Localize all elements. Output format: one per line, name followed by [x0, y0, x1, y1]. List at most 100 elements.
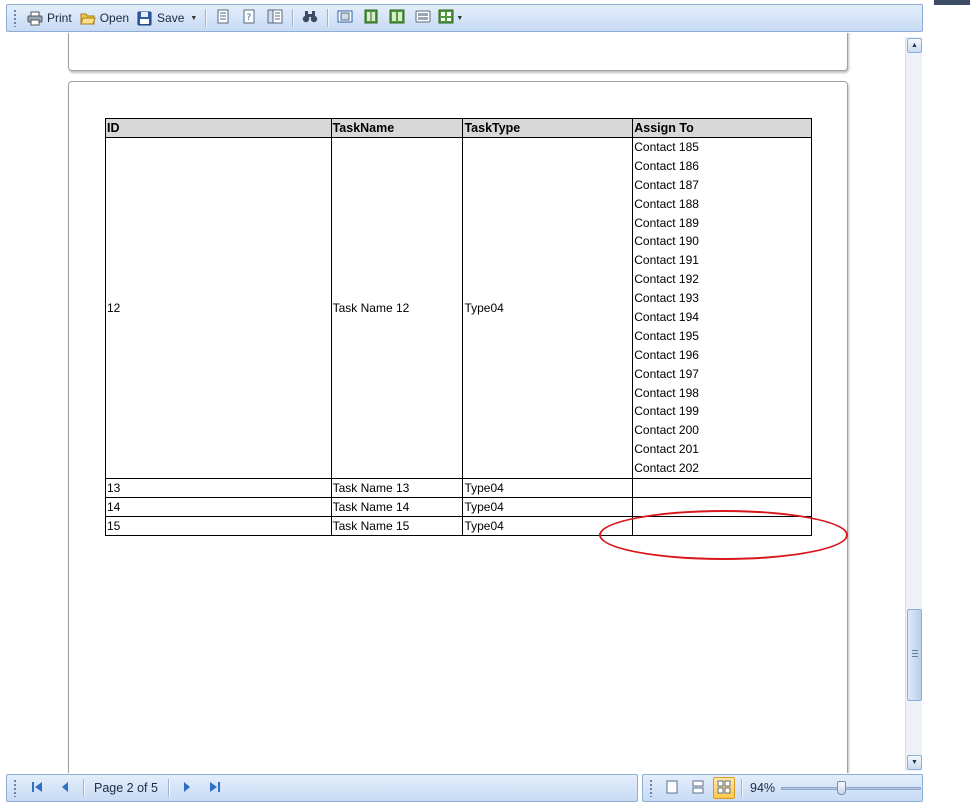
- parameters-button[interactable]: ?: [238, 7, 260, 29]
- table-row: 13 Task Name 13 Type04: [105, 478, 812, 499]
- folder-open-icon: [79, 11, 96, 26]
- next-page-button[interactable]: [176, 777, 198, 799]
- contact-item: Contact 189: [634, 215, 699, 230]
- navbar-separator: [167, 779, 169, 797]
- last-page-icon: [209, 781, 221, 796]
- status-bar: Page 2 of 5 94%: [6, 774, 923, 802]
- cell-task-name: Task Name 13: [330, 478, 464, 499]
- contact-item: Contact 197: [634, 366, 699, 381]
- contact-item: Contact 198: [634, 385, 699, 400]
- scroll-down-button[interactable]: ▼: [907, 755, 922, 770]
- contact-item: Contact 196: [634, 347, 699, 362]
- contact-item: Contact 202: [634, 461, 699, 476]
- open-label: Open: [99, 11, 130, 25]
- viewbar-grip[interactable]: [649, 779, 653, 797]
- multi-page-view-button[interactable]: [713, 777, 735, 799]
- save-button[interactable]: Save ▼: [133, 7, 201, 29]
- cell-id: 13: [105, 478, 332, 499]
- print-button[interactable]: Print: [23, 7, 76, 29]
- continuous-view-icon: [692, 780, 704, 797]
- column-header-taskname: TaskName: [330, 118, 464, 138]
- page-setup-button[interactable]: [212, 7, 234, 29]
- single-page-view-icon: [666, 780, 678, 797]
- contact-item: Contact 191: [634, 253, 699, 268]
- toolbar-grip[interactable]: [13, 9, 17, 27]
- contact-item: Contact 190: [634, 234, 699, 249]
- previous-page-button[interactable]: [54, 777, 76, 799]
- document-map-button[interactable]: [264, 7, 286, 29]
- cell-assign-to: [632, 478, 812, 499]
- first-page-button[interactable]: [26, 777, 48, 799]
- cell-id: 15: [105, 516, 332, 537]
- single-page-view-button[interactable]: [661, 777, 683, 799]
- single-page-icon: [337, 9, 353, 27]
- toolbar-separator: [205, 9, 207, 27]
- contact-item: Contact 195: [634, 328, 699, 343]
- scroll-up-button[interactable]: ▲: [907, 38, 922, 53]
- cell-id: 12: [105, 136, 332, 480]
- zoom-slider[interactable]: [781, 778, 922, 798]
- previous-page-icon: [60, 781, 70, 796]
- vertical-scrollbar[interactable]: ▲ ▼: [905, 37, 922, 771]
- export-dropdown-icon[interactable]: ▼: [456, 15, 463, 22]
- contact-item: Contact 194: [634, 310, 699, 325]
- facing-pages-button[interactable]: [386, 7, 408, 29]
- two-pages-button[interactable]: [360, 7, 382, 29]
- cell-task-name: Task Name 14: [330, 497, 464, 518]
- table-row: 12 Task Name 12 Type04 Contact 185 Conta…: [105, 136, 812, 480]
- contact-item: Contact 199: [634, 404, 699, 419]
- page-indicator: Page 2 of 5: [94, 781, 158, 795]
- find-button[interactable]: [299, 7, 321, 29]
- contact-item: Contact 185: [634, 140, 699, 154]
- table-header-row: ID TaskName TaskType Assign To: [105, 118, 812, 138]
- cell-assign-to: Contact 185 Contact 186 Contact 187 Cont…: [632, 136, 812, 480]
- printer-icon: [27, 11, 43, 26]
- cell-task-name: Task Name 12: [330, 136, 464, 480]
- print-label: Print: [47, 11, 72, 25]
- continuous-view-button[interactable]: [687, 777, 709, 799]
- first-page-icon: [31, 781, 43, 796]
- save-dropdown-icon[interactable]: ▼: [190, 15, 197, 22]
- thumbnails-button[interactable]: [412, 7, 434, 29]
- open-button[interactable]: Open: [76, 7, 133, 29]
- cell-task-type: Type04: [462, 497, 634, 518]
- svg-text:?: ?: [247, 13, 252, 23]
- annotation-ellipse: [599, 510, 848, 560]
- contact-item: Contact 186: [634, 158, 699, 173]
- single-page-button[interactable]: [334, 7, 356, 29]
- page-navigation-bar: Page 2 of 5: [6, 774, 638, 802]
- export-icon: [438, 9, 454, 27]
- cell-task-type: Type04: [462, 136, 634, 480]
- viewbar-separator: [741, 779, 742, 797]
- contact-item: Contact 200: [634, 423, 699, 438]
- parameters-icon: ?: [242, 9, 256, 27]
- cell-task-name: Task Name 15: [330, 516, 464, 537]
- export-button[interactable]: ▼: [438, 7, 463, 29]
- zoom-level-label: 94%: [750, 781, 776, 795]
- zoom-slider-track: [781, 787, 922, 790]
- cell-id: 14: [105, 497, 332, 518]
- multi-page-view-icon: [717, 780, 731, 797]
- last-page-button[interactable]: [204, 777, 226, 799]
- toolbar-separator: [292, 9, 294, 27]
- zoom-slider-thumb[interactable]: [837, 781, 847, 795]
- contact-item: Contact 187: [634, 177, 699, 192]
- arrow-up-icon: ▲: [911, 42, 918, 49]
- navbar-grip[interactable]: [13, 779, 17, 797]
- page-setup-icon: [216, 9, 230, 27]
- thumbnails-icon: [415, 9, 431, 27]
- previous-page-sheet: [68, 33, 848, 71]
- contact-item: Contact 188: [634, 196, 699, 211]
- toolbar-separator: [327, 9, 329, 27]
- report-viewer-toolbar: Print Open Save ▼ ? ▼: [6, 4, 923, 32]
- column-header-tasktype: TaskType: [462, 118, 634, 138]
- binoculars-icon: [302, 9, 318, 27]
- scrollbar-thumb[interactable]: [907, 609, 922, 701]
- column-header-id: ID: [105, 118, 332, 138]
- facing-pages-icon: [389, 9, 405, 27]
- navbar-separator: [83, 779, 84, 797]
- report-table: ID TaskName TaskType Assign To 12 Task N…: [105, 118, 812, 537]
- two-pages-icon: [363, 9, 379, 27]
- window-corner: [934, 0, 970, 5]
- document-map-icon: [267, 9, 283, 27]
